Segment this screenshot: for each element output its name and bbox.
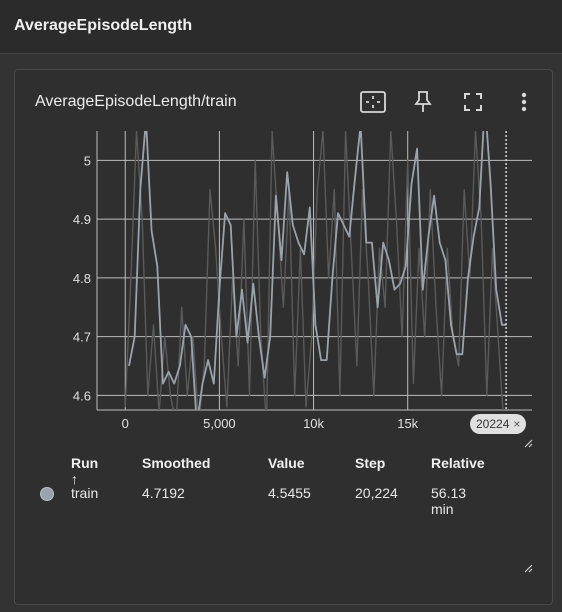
row-value: 4.5455: [268, 485, 311, 501]
x-tick-label: 15k: [397, 416, 418, 431]
y-tick-label: 4.6: [73, 388, 91, 403]
row-smoothed: 4.7192: [142, 485, 185, 501]
col-header-value[interactable]: Value: [268, 455, 305, 471]
col-header-relative[interactable]: Relative: [431, 455, 485, 471]
x-tick-label: 5,000: [203, 416, 236, 431]
col-header-step[interactable]: Step: [355, 455, 385, 471]
close-icon[interactable]: ×: [513, 414, 520, 434]
step-badge-value: 20224: [476, 417, 510, 431]
run-color-swatch: [40, 487, 54, 501]
line-chart[interactable]: 4.6 4.7 4.8 4.9 5 0 5,000 10k 15k: [0, 0, 562, 607]
y-tick-label: 4.7: [73, 330, 91, 345]
chart-area: 4.6 4.7 4.8 4.9 5 0 5,000 10k 15k: [0, 0, 562, 607]
col-header-run[interactable]: Run ↑: [71, 455, 98, 487]
row-step: 20,224: [355, 485, 398, 501]
x-tick-label: 0: [122, 416, 129, 431]
x-tick-label: 10k: [303, 416, 324, 431]
step-badge[interactable]: 20224 ×: [470, 414, 527, 434]
y-tick-label: 4.8: [73, 271, 91, 286]
row-run: train: [71, 485, 99, 501]
row-relative: 56.13 min: [431, 485, 467, 517]
col-header-smoothed[interactable]: Smoothed: [142, 455, 210, 471]
y-tick-label: 5: [84, 153, 91, 168]
y-tick-label: 4.9: [73, 212, 91, 227]
